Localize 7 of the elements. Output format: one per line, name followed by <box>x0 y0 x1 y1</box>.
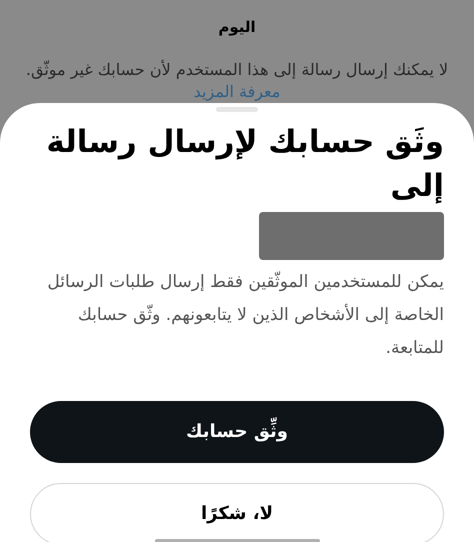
date-label: اليوم <box>218 17 256 38</box>
sheet-body-text: يمكن للمستخدمين الموثّقين فقط إرسال طلبات الرسائل الخاصة إلى الأشخاص الذين لا يتابعونهم. وثّق حسابك للمتابعة. <box>46 270 444 360</box>
sheet-title: وثَق حسابك لإرسال رسالة إلى <box>45 122 444 206</box>
decline-button[interactable]: لا، شكرًا <box>30 482 444 542</box>
verify-account-button[interactable]: وثِّق حسابك <box>30 400 444 462</box>
notice-text: لا يمكنك إرسال رسالة إلى هذا المستخدم لأن حسابك غير موثّق. <box>24 58 450 80</box>
drag-handle[interactable] <box>216 106 258 112</box>
